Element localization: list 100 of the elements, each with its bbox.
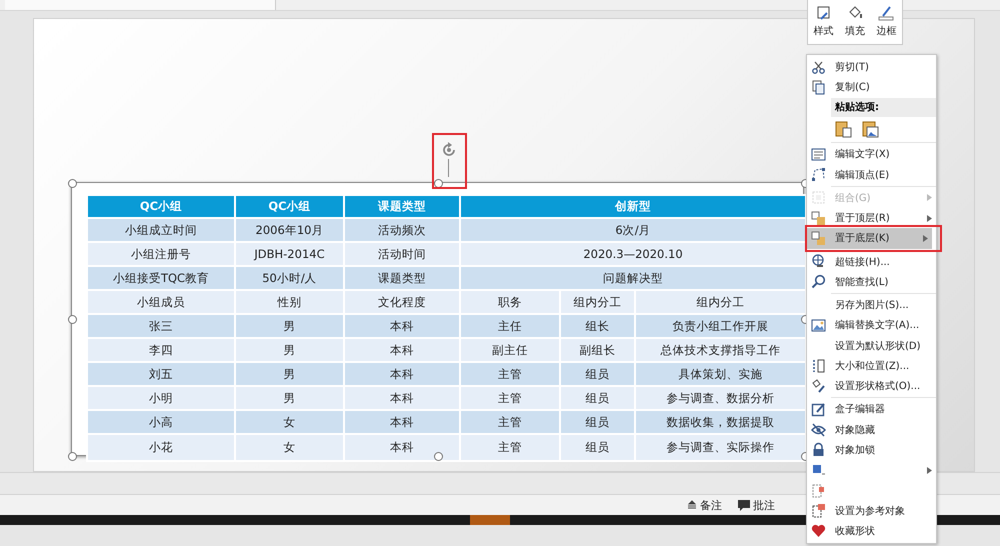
resize-handle[interactable]	[68, 452, 77, 461]
menu-item[interactable]: 设置为默认形状(D)	[807, 336, 936, 356]
table-cell: 主管	[460, 434, 560, 461]
menu-item[interactable]: 复制(C)	[807, 77, 936, 98]
table-cell: 组长	[560, 314, 635, 338]
fill-bucket-icon	[846, 5, 863, 21]
menu-item[interactable]: 另存为图片(S)...	[807, 295, 936, 316]
group-icon	[811, 190, 826, 206]
table-cell: 小组成员	[87, 290, 235, 314]
table-cell: 女	[235, 434, 344, 461]
format-shape-icon	[811, 378, 826, 394]
table-cell: 主管	[460, 386, 560, 410]
table-cell: 小组注册号	[87, 242, 235, 266]
table-cell: 组员	[560, 362, 635, 386]
bring-front-icon	[811, 210, 826, 226]
header-cell: 创新型	[460, 195, 806, 218]
send-back-icon	[811, 230, 826, 246]
table-cell: 本科	[344, 410, 460, 434]
table-cell: 2006年10月	[235, 218, 344, 242]
resize-handle[interactable]	[68, 179, 77, 188]
table-cell: 男	[235, 386, 344, 410]
table-cell: 课题类型	[344, 266, 460, 290]
table-cell: 李四	[87, 338, 235, 362]
table-cell: 组内分工	[635, 290, 806, 314]
table-cell: 总体技术支撑指导工作	[635, 338, 806, 362]
paste-picture-icon[interactable]	[862, 120, 879, 138]
table-cell: 性别	[235, 290, 344, 314]
menu-item[interactable]: 置于顶层(R)	[807, 208, 936, 228]
style-icon	[816, 5, 832, 21]
menu-item[interactable]: 对象隐藏	[807, 420, 936, 440]
menu-item[interactable]: 盒子编辑器	[807, 399, 936, 420]
table-cell: 小组成立时间	[87, 218, 235, 242]
resize-handle[interactable]	[68, 315, 77, 324]
header-cell: QC小组	[87, 195, 235, 218]
menu-item[interactable]: 超链接(H)...	[807, 252, 936, 272]
table-cell: 刘五	[87, 362, 235, 386]
table-cell: 主任	[460, 314, 560, 338]
status-button[interactable]: 批注	[735, 498, 778, 512]
menu-item[interactable]: 设置形状格式(O)...	[807, 376, 936, 396]
menu-item[interactable]: 置于底层(K)	[807, 228, 932, 249]
table-cell: 组员	[560, 386, 635, 410]
search-icon	[811, 274, 826, 290]
table-cell: 主管	[460, 410, 560, 434]
menu-item[interactable]: 剪切(T)	[807, 57, 936, 78]
table-cell: 小组接受TQC教育	[87, 266, 235, 290]
submenu-arrow-icon	[927, 194, 932, 202]
menu-item[interactable]: 对象加锁	[807, 440, 936, 460]
table-cell: 张三	[87, 314, 235, 338]
menu-item[interactable]: 收藏形状	[807, 520, 936, 542]
toolbar-button[interactable]: 填充	[844, 5, 865, 38]
pen-border-icon	[878, 5, 894, 21]
menu-item[interactable]: 设置为参考对象	[807, 500, 936, 521]
submenu-arrow-icon	[923, 234, 928, 242]
notes-icon	[687, 500, 697, 510]
table-cell: 参与调查、实际操作	[635, 434, 806, 461]
table-cell: JDBH-2014C	[235, 242, 344, 266]
table-cell: 本科	[344, 362, 460, 386]
table-cell: 组员	[560, 434, 635, 461]
globe-link-icon	[811, 254, 826, 270]
table-cell: 小明	[87, 386, 235, 410]
table-cell: 具体策划、实施	[635, 362, 806, 386]
menu-item[interactable]: 编辑文字(X)	[807, 144, 936, 164]
table-cell: 活动频次	[344, 218, 460, 242]
edit-box-icon	[811, 402, 826, 417]
toolbar-button[interactable]: 样式	[814, 5, 834, 38]
table-cell: 本科	[344, 314, 460, 338]
table-cell: 6次/月	[460, 218, 806, 242]
image-icon	[811, 318, 826, 333]
table-cell: 活动时间	[344, 242, 460, 266]
table-cell: 数据收集，数据提取	[635, 410, 806, 434]
table-cell: 男	[235, 362, 344, 386]
menu-item[interactable]: 智能查找(L)	[807, 272, 936, 292]
comment-icon	[738, 500, 750, 510]
table-cell: 参与调查、数据分析	[635, 386, 806, 410]
text-box-icon	[811, 146, 826, 162]
menu-item[interactable]: 编辑顶点(E)	[807, 164, 936, 185]
menu-section-title: 粘贴选项:	[831, 98, 936, 118]
table-cell: 2020.3—2020.10	[460, 242, 806, 266]
heart-icon	[811, 523, 826, 538]
table-cell: 副主任	[460, 338, 560, 362]
submenu-arrow-icon	[927, 214, 932, 222]
paste-icon[interactable]	[835, 120, 852, 138]
toolbar-button[interactable]: 边框	[876, 5, 896, 38]
table-cell: 组员	[560, 410, 635, 434]
menu-item[interactable]: 大小和位置(Z)...	[807, 356, 936, 376]
table-cell: 本科	[344, 386, 460, 410]
rotate-handle-icon[interactable]	[440, 141, 458, 159]
table-cell: 男	[235, 338, 344, 362]
menu-item[interactable]: 编辑替换文字(A)...	[807, 315, 936, 336]
vertex-icon	[811, 167, 826, 182]
table-cell: 小花	[87, 434, 235, 461]
table-cell: 本科	[344, 434, 460, 461]
size-position-icon	[811, 358, 826, 374]
table-cell: 50小时/人	[235, 266, 344, 290]
table-cell: 文化程度	[344, 290, 460, 314]
table-cell: 本科	[344, 338, 460, 362]
copy-icon	[811, 80, 826, 95]
scissors-icon	[811, 60, 826, 75]
highlight-frame	[432, 133, 467, 189]
status-button[interactable]: 备注	[684, 498, 725, 512]
